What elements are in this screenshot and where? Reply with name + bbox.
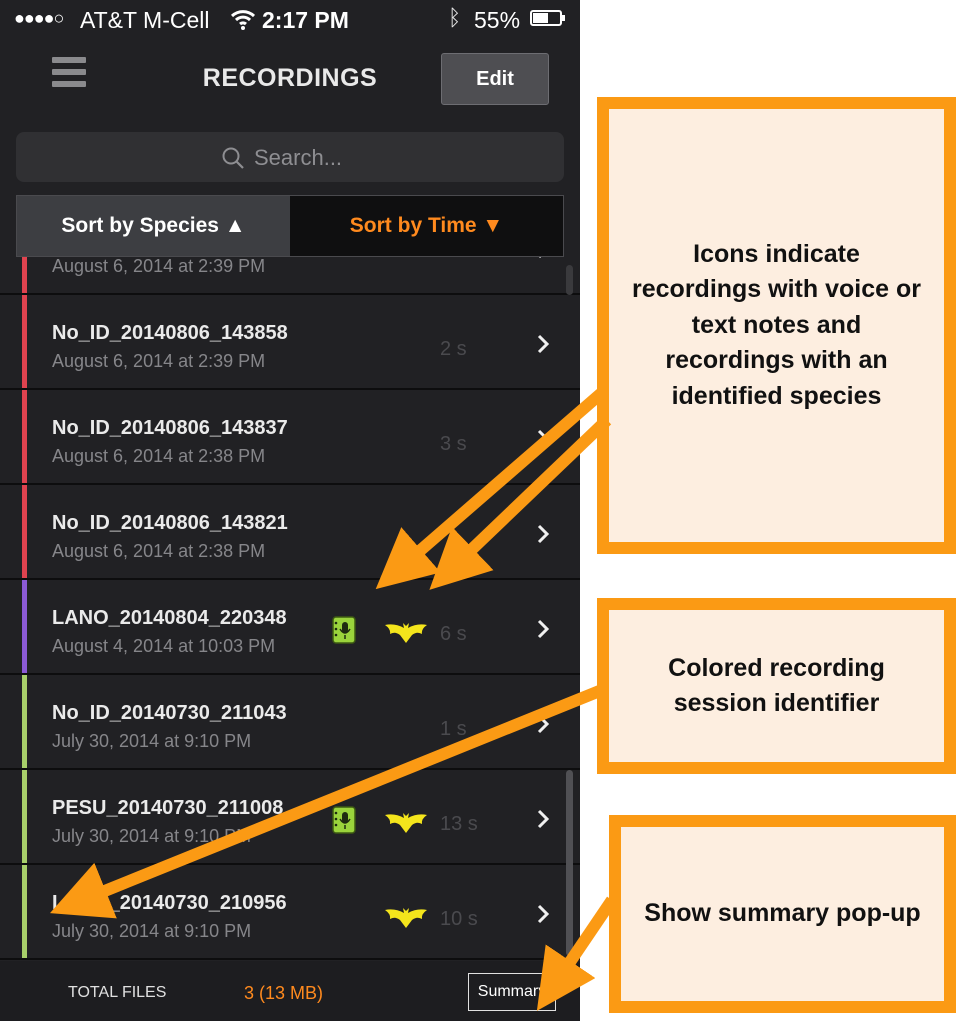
recording-name: No_ID_20140730_211043 bbox=[52, 702, 287, 724]
recording-date: August 6, 2014 at 2:39 PM bbox=[52, 351, 266, 371]
callout-icons-explanation: Icons indicate recordings with voice or … bbox=[597, 97, 956, 554]
callout-summary-text: Show summary pop-up bbox=[644, 899, 921, 928]
recording-duration: 1 s bbox=[440, 718, 467, 740]
sort-segmented-control: Sort by Species ▲ Sort by Time ▼ bbox=[16, 195, 564, 257]
session-color-bar bbox=[22, 770, 27, 863]
phone-screen: ●●●●○ AT&T M-Cell 2:17 PM ᛒ 55% RECORDIN… bbox=[0, 0, 580, 1021]
bat-species-icon bbox=[385, 623, 427, 643]
total-files-value: 3 (13 MB) bbox=[244, 983, 324, 1003]
recording-row[interactable]: No_ID_20140806_143821 August 6, 2014 at 2… bbox=[0, 485, 580, 580]
session-color-bar bbox=[22, 865, 27, 958]
recording-name: PESU_20140730_211008 bbox=[52, 797, 284, 819]
recording-name: No_ID_20140806_143837 bbox=[52, 417, 288, 439]
recording-duration: 6 s bbox=[440, 623, 467, 645]
recording-row[interactable]: No_ID_20140806_143837 August 6, 2014 at 2… bbox=[0, 390, 580, 485]
recording-date: July 30, 2014 at 9:10 PM bbox=[52, 731, 252, 751]
scrollbar-thumb[interactable] bbox=[566, 770, 573, 956]
footer-bar: TOTAL FILES 3 (13 MB) Summary bbox=[0, 961, 580, 1021]
chevron-right-icon[interactable] bbox=[532, 713, 554, 735]
recording-date: August 4, 2014 at 10:03 PM bbox=[52, 636, 276, 656]
wifi-icon bbox=[230, 10, 256, 30]
nav-bar: RECORDINGS Edit bbox=[0, 40, 580, 120]
recording-date: August 6, 2014 at 2:38 PM bbox=[52, 446, 266, 466]
chevron-right-icon[interactable] bbox=[532, 808, 554, 830]
recording-name: LANO_20140804_220348 bbox=[52, 607, 287, 629]
sort-by-species-button[interactable]: Sort by Species ▲ bbox=[17, 196, 290, 256]
chevron-right-icon[interactable] bbox=[532, 903, 554, 925]
recording-duration: 10 s bbox=[440, 908, 478, 930]
edit-button[interactable]: Edit bbox=[441, 53, 549, 105]
search-input[interactable] bbox=[252, 142, 506, 174]
session-color-bar bbox=[22, 390, 27, 483]
sort-by-time-button[interactable]: Sort by Time ▼ bbox=[290, 196, 563, 256]
recording-name: No_ID_20140806_143858 bbox=[52, 322, 288, 344]
recording-duration: 3 s bbox=[440, 433, 467, 455]
callout-icons-text: Icons indicate recordings with voice or … bbox=[632, 239, 921, 410]
bluetooth-icon: ᛒ bbox=[448, 5, 462, 30]
bat-species-icon bbox=[385, 908, 427, 928]
recording-duration: 2 s bbox=[440, 338, 467, 360]
bat-species-icon bbox=[385, 813, 427, 833]
signal-strength: ●●●●○ bbox=[14, 8, 64, 28]
battery-icon bbox=[530, 10, 565, 26]
voice-note-icon bbox=[332, 806, 356, 834]
recording-row[interactable]: No_ID_20140806_143858 August 6, 2014 at 2… bbox=[0, 295, 580, 390]
recording-date: August 6, 2014 at 2:39 PM bbox=[52, 257, 266, 276]
voice-note-icon bbox=[332, 616, 356, 644]
recording-name: No_ID_20140806_143821 bbox=[52, 512, 288, 534]
recording-date: August 6, 2014 at 2:38 PM bbox=[52, 541, 266, 561]
recording-date: July 30, 2014 at 9:10 PM bbox=[52, 826, 252, 846]
status-bar: ●●●●○ AT&T M-Cell 2:17 PM ᛒ 55% bbox=[0, 0, 580, 40]
chevron-right-icon[interactable] bbox=[532, 428, 554, 450]
callout-session-explanation: Colored recording session identifier bbox=[597, 598, 956, 774]
chevron-right-icon[interactable] bbox=[532, 257, 554, 260]
search-bar[interactable] bbox=[16, 132, 564, 182]
recording-row[interactable]: No_ID_20140730_211043 July 30, 2014 at 9:… bbox=[0, 675, 580, 770]
chevron-right-icon[interactable] bbox=[532, 333, 554, 355]
session-color-bar bbox=[22, 485, 27, 578]
session-color-bar bbox=[22, 257, 27, 293]
battery-percent: 55% bbox=[474, 7, 521, 33]
recordings-list[interactable]: August 6, 2014 at 2:39 PM No_ID_20140806_… bbox=[0, 257, 580, 961]
callout-session-text: Colored recording session identifier bbox=[668, 653, 885, 718]
summary-button[interactable]: Summary bbox=[468, 973, 556, 1011]
chevron-right-icon[interactable] bbox=[532, 618, 554, 640]
total-files-label: TOTAL FILES bbox=[68, 984, 167, 1001]
recording-row[interactable]: LANO_20140804_220348 August 4, 2014 at 10… bbox=[0, 580, 580, 675]
recording-duration: 13 s bbox=[440, 813, 478, 835]
recording-name: LANO_20140730_210956 bbox=[52, 892, 287, 914]
session-color-bar bbox=[22, 580, 27, 673]
clock: 2:17 PM bbox=[262, 7, 349, 33]
search-icon bbox=[222, 147, 244, 169]
recording-row[interactable]: PESU_20140730_211008 July 30, 2014 at 9:1… bbox=[0, 770, 580, 865]
session-color-bar bbox=[22, 295, 27, 388]
scrollbar-top-indicator bbox=[566, 265, 573, 295]
chevron-right-icon[interactable] bbox=[532, 523, 554, 545]
carrier-name: AT&T M-Cell bbox=[80, 7, 210, 33]
recording-date: July 30, 2014 at 9:10 PM bbox=[52, 921, 252, 941]
recording-row[interactable]: LANO_20140730_210956 July 30, 2014 at 9:1… bbox=[0, 865, 580, 960]
session-color-bar bbox=[22, 675, 27, 768]
callout-summary-explanation: Show summary pop-up bbox=[609, 815, 956, 1013]
recording-row[interactable]: August 6, 2014 at 2:39 PM bbox=[0, 257, 580, 295]
